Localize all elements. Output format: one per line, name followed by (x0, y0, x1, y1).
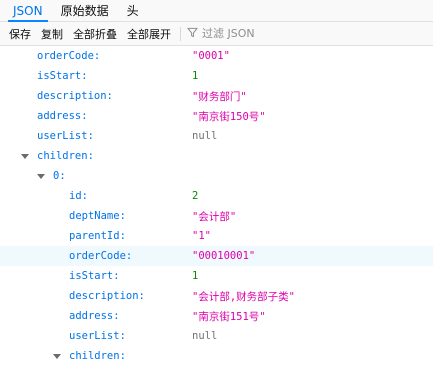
tab-headers[interactable]: 头 (118, 0, 148, 21)
tree-value: 2 (192, 190, 199, 202)
tree-row: address: "南京街151号" (0, 306, 433, 326)
tree-value: "1" (192, 230, 211, 242)
tree-row: description: "会计部,财务部子类" (0, 286, 433, 306)
expand-arrow-icon[interactable] (53, 354, 61, 359)
copy-button[interactable]: 复制 (36, 26, 68, 42)
tree-value: "南京街150号" (192, 110, 266, 123)
filter-input[interactable] (202, 27, 402, 40)
tree-node[interactable]: children: (0, 146, 433, 166)
tree-row: address: "南京街150号" (0, 106, 433, 126)
tree-key: isStart: (37, 70, 88, 82)
tree-row: description: "财务部门" (0, 86, 433, 106)
save-button[interactable]: 保存 (4, 26, 36, 42)
tree-key: children: (37, 150, 94, 162)
tree-value: 1 (192, 270, 199, 282)
tree-key: 0: (53, 170, 66, 182)
tree-value: "会计部" (192, 210, 237, 223)
tree-key: orderCode: (69, 250, 133, 262)
tree-value: "00010001" (192, 250, 256, 262)
tree-key: description: (37, 90, 113, 102)
tree-value: null (192, 130, 218, 142)
filter-icon (187, 27, 202, 41)
expand-all-button[interactable]: 全部展开 (122, 26, 176, 42)
tree-key: userList: (37, 130, 94, 142)
tree-row: isStart: 1 (0, 66, 433, 86)
tree-value: null (192, 330, 218, 342)
tree-value: 1 (192, 70, 199, 82)
tree-key: id: (69, 190, 88, 202)
tree-row: id: 2 (0, 186, 433, 206)
viewer-tabs: JSON 原始数据 头 (0, 0, 433, 22)
tree-node[interactable]: 0: (0, 166, 433, 186)
tree-value: "财务部门" (192, 90, 247, 103)
tree-row: userList: null (0, 326, 433, 346)
expand-arrow-icon[interactable] (37, 174, 45, 179)
tree-key: parentId: (69, 230, 126, 242)
tree-key: userList: (69, 330, 126, 342)
json-toolbar: 保存 复制 全部折叠 全部展开 (0, 22, 433, 46)
tree-key: address: (37, 110, 88, 122)
toolbar-divider (180, 26, 181, 41)
tree-value: "会计部,财务部子类" (192, 290, 295, 303)
tree-key: address: (69, 310, 120, 322)
tree-row: orderCode: "0001" (0, 46, 433, 66)
tree-key: orderCode: (37, 50, 101, 62)
tree-row: parentId: "1" (0, 226, 433, 246)
filter-box[interactable] (187, 27, 433, 41)
tree-row: deptName: "会计部" (0, 206, 433, 226)
tree-node[interactable]: children: (0, 346, 433, 366)
expand-arrow-icon[interactable] (21, 154, 29, 159)
tree-key: deptName: (69, 210, 126, 222)
tree-value: "0001" (192, 50, 230, 62)
tree-row: isStart: 1 (0, 266, 433, 286)
tree-key: children: (69, 350, 126, 362)
tab-raw-data[interactable]: 原始数据 (52, 0, 118, 21)
json-tree: orderCode: "0001" isStart: 1 description: "财务… (0, 46, 433, 366)
tree-key: isStart: (69, 270, 120, 282)
tab-json[interactable]: JSON (4, 0, 52, 22)
tree-row: userList: null (0, 126, 433, 146)
tree-value: "南京街151号" (192, 310, 266, 323)
tree-row: orderCode: "00010001" (0, 246, 433, 266)
tree-key: description: (69, 290, 145, 302)
collapse-all-button[interactable]: 全部折叠 (68, 26, 122, 42)
